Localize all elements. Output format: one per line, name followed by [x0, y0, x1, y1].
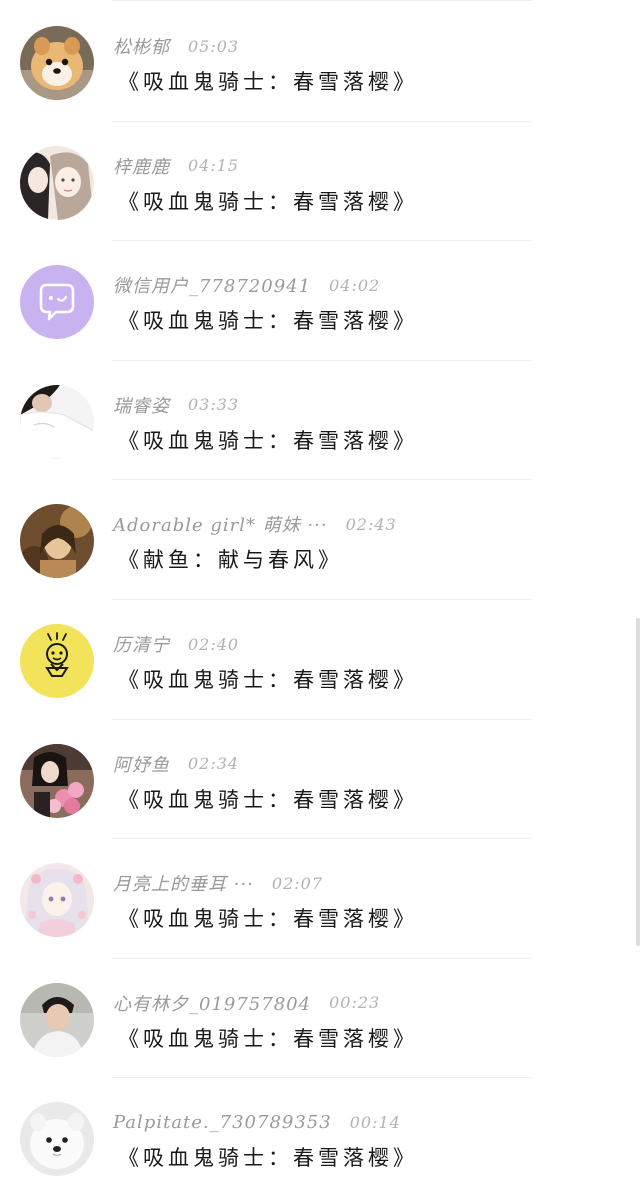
scrollbar[interactable]	[636, 618, 640, 946]
comment-row[interactable]: 梓鹿鹿 04:15 《吸血鬼骑士：春雪落樱》	[0, 122, 640, 242]
comment-meta: 阿妤鱼 02:34	[113, 750, 239, 778]
comment-meta: 心有林夕_019757804 00:23	[113, 989, 380, 1017]
comment-meta: 微信用户_778720941 04:02	[113, 271, 380, 299]
timestamp: 02:40	[188, 634, 240, 654]
timestamp: 02:43	[345, 514, 397, 534]
username[interactable]: 月亮上的垂耳 ···	[113, 870, 254, 896]
comment-row[interactable]: 微信用户_778720941 04:02 《吸血鬼骑士：春雪落樱》	[0, 241, 640, 361]
pomeranian-dog-avatar[interactable]	[20, 26, 94, 100]
comment-row[interactable]: 月亮上的垂耳 ··· 02:07 《吸血鬼骑士：春雪落樱》	[0, 839, 640, 959]
comment-meta: 松彬郁 05:03	[113, 32, 239, 60]
comment-text: 《吸血鬼骑士：春雪落樱》	[118, 1026, 418, 1051]
timestamp: 04:02	[329, 275, 381, 295]
username[interactable]: 阿妤鱼	[113, 751, 170, 777]
username[interactable]: 梓鹿鹿	[113, 153, 170, 179]
username[interactable]: 历清宁	[113, 631, 170, 657]
girl-flowers-avatar[interactable]	[20, 743, 94, 818]
comment-text: 《吸血鬼骑士：春雪落樱》	[118, 309, 418, 334]
username[interactable]: 松彬郁	[113, 33, 170, 59]
comment-text: 《吸血鬼骑士：春雪落樱》	[118, 1146, 418, 1171]
girl-white-shirt-avatar[interactable]	[20, 384, 94, 459]
comment-row[interactable]: 松彬郁 05:03 《吸血鬼骑士：春雪落樱》	[0, 2, 640, 122]
anime-girl-pastel-avatar[interactable]	[20, 863, 94, 938]
comment-row[interactable]: 瑞睿姿 03:33 《吸血鬼骑士：春雪落樱》	[0, 361, 640, 481]
comment-text: 《献鱼：献与春风》	[118, 548, 343, 573]
comment-row[interactable]: 阿妤鱼 02:34 《吸血鬼骑士：春雪落樱》	[0, 720, 640, 840]
timestamp: 05:03	[188, 36, 240, 56]
default-wechat-avatar[interactable]	[20, 265, 94, 340]
list-top-divider	[112, 0, 532, 1]
comment-text: 《吸血鬼骑士：春雪落樱》	[118, 428, 418, 453]
comment-meta: 梓鹿鹿 04:15	[113, 152, 239, 180]
samoyed-dog-avatar[interactable]	[20, 1102, 94, 1177]
cartoon-face-avatar[interactable]	[20, 624, 94, 698]
comment-meta: 历清宁 02:40	[113, 630, 239, 658]
comment-text: 《吸血鬼骑士：春雪落樱》	[118, 668, 418, 692]
boy-portrait-avatar[interactable]	[20, 982, 94, 1057]
timestamp: 00:23	[329, 993, 381, 1013]
comment-meta: Palpitate._730789353 00:14	[113, 1108, 401, 1136]
timestamp: 02:07	[271, 873, 323, 893]
comment-text: 《吸血鬼骑士：春雪落樱》	[118, 70, 418, 94]
comment-row[interactable]: 历清宁 02:40 《吸血鬼骑士：春雪落樱》	[0, 600, 640, 720]
comment-text: 《吸血鬼骑士：春雪落樱》	[118, 189, 418, 214]
username[interactable]: Palpitate._730789353	[113, 1112, 332, 1133]
comment-row[interactable]: Palpitate._730789353 00:14 《吸血鬼骑士：春雪落樱》	[0, 1078, 640, 1196]
timestamp: 03:33	[188, 395, 240, 415]
comment-text: 《吸血鬼骑士：春雪落樱》	[118, 907, 418, 932]
comment-text: 《吸血鬼骑士：春雪落樱》	[118, 787, 418, 812]
anime-couple-avatar[interactable]	[20, 145, 94, 220]
comment-list[interactable]: 松彬郁 05:03 《吸血鬼骑士：春雪落樱》 梓鹿鹿 04:15 《吸血鬼骑士：…	[0, 0, 640, 1196]
comment-row[interactable]: 心有林夕_019757804 00:23 《吸血鬼骑士：春雪落樱》	[0, 959, 640, 1079]
username[interactable]: 心有林夕_019757804	[113, 990, 311, 1016]
username[interactable]: 瑞睿姿	[113, 392, 170, 418]
username[interactable]: Adorable girl* 萌妹 ···	[113, 511, 328, 537]
username[interactable]: 微信用户_778720941	[113, 272, 311, 298]
comment-row[interactable]: Adorable girl* 萌妹 ··· 02:43 《献鱼：献与春风》	[0, 480, 640, 600]
comment-meta: 瑞睿姿 03:33	[113, 391, 239, 419]
vintage-portrait-avatar[interactable]	[20, 504, 94, 579]
timestamp: 02:34	[188, 754, 240, 774]
timestamp: 00:14	[349, 1112, 401, 1132]
timestamp: 04:15	[188, 156, 240, 176]
comment-meta: 月亮上的垂耳 ··· 02:07	[113, 869, 323, 897]
comment-meta: Adorable girl* 萌妹 ··· 02:43	[113, 510, 397, 538]
